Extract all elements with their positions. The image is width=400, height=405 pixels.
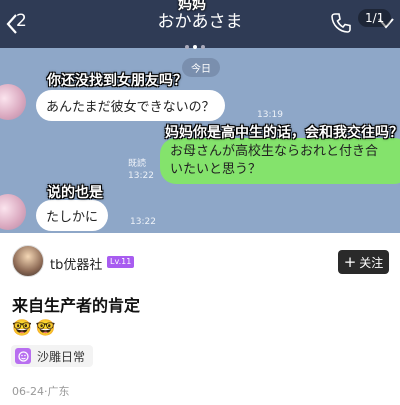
incoming-message-bubble: あんたまだ彼女できないの？ [36,90,225,121]
emoji-row: 🤓 🤓 [12,318,60,337]
image-page-indicator: 1/1 [358,9,392,27]
follow-label: 关注 [359,255,384,270]
message-line: お母さんが高校生ならおれと付き合 [170,144,379,159]
author-name[interactable]: tb优器社 [50,254,102,273]
topic-tag[interactable]: 沙雕日常 [11,345,94,367]
overlay-caption-title: 妈妈 [178,0,206,13]
message-time: 13:19 [257,110,283,120]
translation-caption: 说的也是 [47,185,103,201]
phone-icon[interactable] [330,12,352,34]
chat-header: 2 おかあさま 妈妈 [0,0,400,49]
message-time: 13:22 [130,217,156,227]
page-dots [183,34,207,53]
topic-icon [15,348,31,364]
chat-screenshot-image[interactable]: 2 おかあさま 妈妈 1/1 今日 あんたまだ彼女できないの？ 13:19 你还… [0,0,400,233]
nerd-face-emoji: 🤓 [12,318,32,337]
plus-icon: + [343,252,357,271]
message-time: 13:22 [128,171,154,181]
nerd-face-emoji: 🤓 [35,318,56,337]
incoming-message-bubble: たしかに [36,200,109,231]
post-title: 来自生产者的肯定 [12,296,141,315]
level-badge: Lv.11 [107,256,135,268]
translation-caption: 妈妈你是高中生的话，会和我交往吗？ [165,125,400,141]
post-date-location: 06-24·广东 [12,385,70,398]
message-line: いたいと思う？ [170,162,262,177]
translation-caption: 你还没找到女朋友吗？ [47,73,187,89]
topic-label: 沙雕日常 [37,349,86,364]
contact-avatar [0,84,26,120]
read-receipt: 既読 [128,159,147,169]
outgoing-message-bubble: お母さんが高校生ならおれと付き合 いたいと思う？ [160,138,400,184]
date-divider: 今日 [182,58,220,77]
author-avatar[interactable] [12,245,44,277]
contact-avatar [0,194,26,230]
follow-button[interactable]: + 关注 [338,250,389,274]
